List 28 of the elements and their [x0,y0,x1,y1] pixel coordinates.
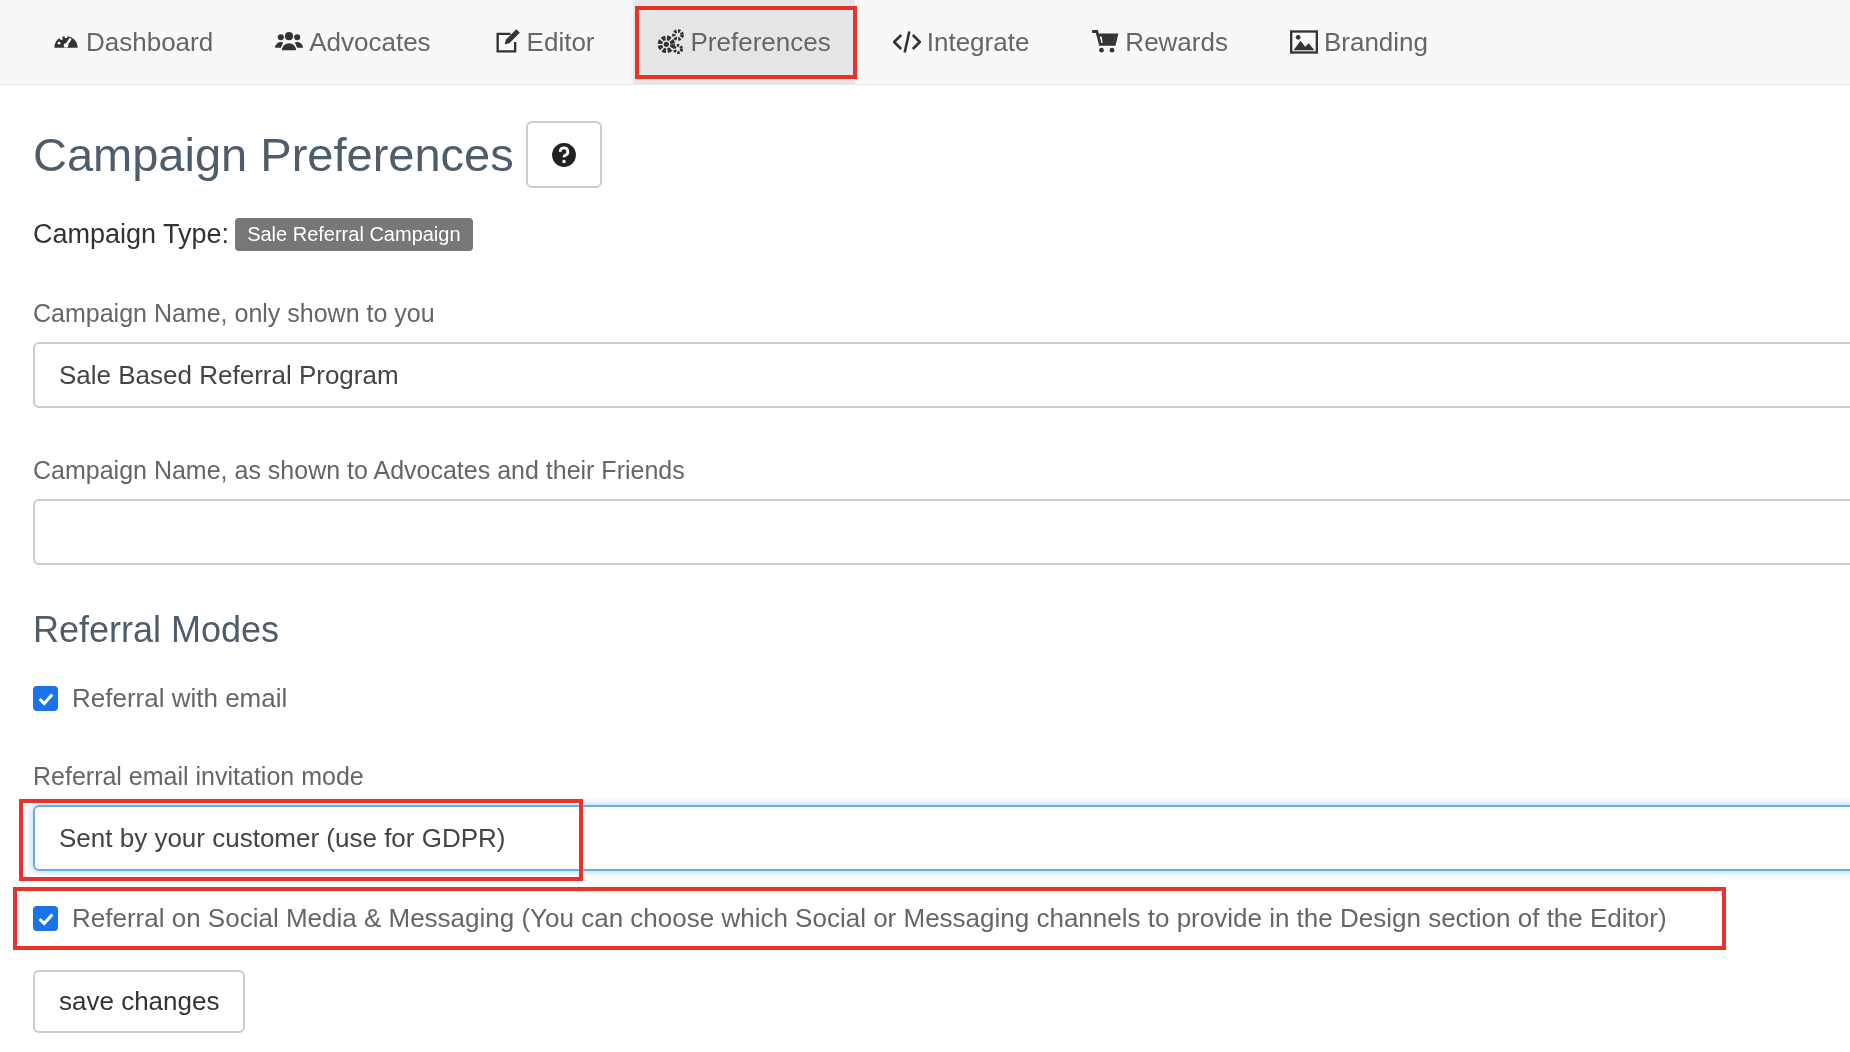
gears-icon [656,28,685,56]
nav-tab[interactable]: Dashboard [28,0,238,84]
nav-tab[interactable]: Editor [468,0,619,84]
checkbox[interactable] [33,686,58,711]
nav-tab[interactable]: Integrate [868,0,1054,84]
field-label: Campaign Name, as shown to Advocates and their Friends [33,456,686,485]
text-input[interactable]: Sale Based Referral Program [33,342,1850,408]
code-icon [892,28,921,56]
select-field[interactable]: Sent by your customer (use for GDPR) [33,805,1850,871]
save-button[interactable]: save changes [33,970,246,1033]
field-label: Campaign Name, only shown to you [33,299,436,328]
help-icon [550,141,577,168]
image-icon [1289,28,1318,56]
help-button[interactable] [525,121,602,188]
cart-icon [1091,28,1120,56]
checkbox-label: Referral with email [72,683,288,714]
nav-tab[interactable]: Preferences [632,0,855,84]
nav-tab[interactable]: Branding [1265,0,1453,84]
nav-tab[interactable]: Advocates [251,0,455,84]
text-input[interactable] [33,499,1850,565]
campaign-type-badge: Sale Referral Campaign [235,218,473,251]
checkbox[interactable] [33,906,58,931]
checkbox-label: Referral on Social Media & Messaging (You can choose which Social or Messaging channels to provide in the Design section of the Editor) [72,903,1667,934]
campaign-type-label: Campaign Type: [33,219,230,250]
page-title: Campaign Preferences [33,127,514,182]
field-label: Referral email invitation mode [33,762,365,791]
nav-tab[interactable]: Rewards [1067,0,1252,84]
section-title: Referral Modes [33,609,281,651]
